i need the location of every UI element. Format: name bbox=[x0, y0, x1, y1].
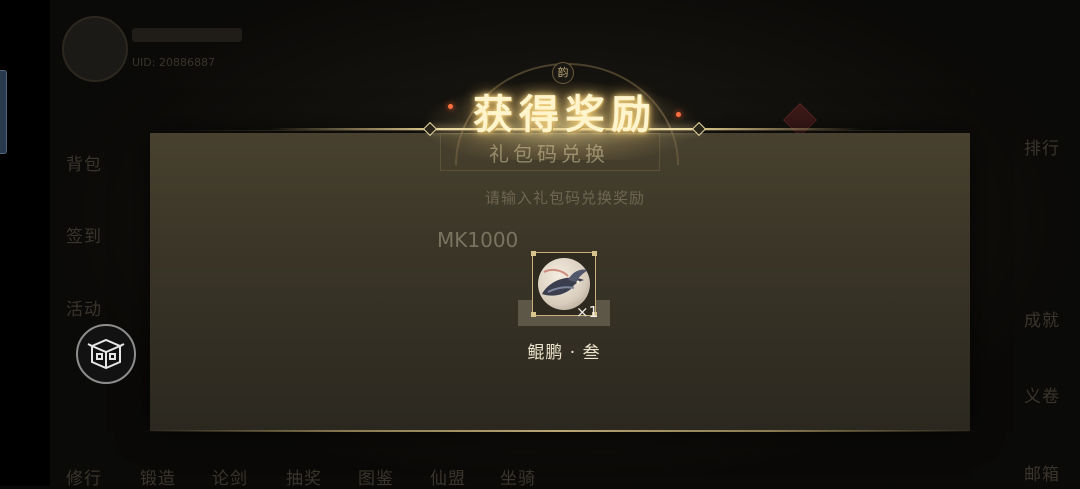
item-name: 鲲鹏 · 叁 bbox=[527, 343, 601, 363]
menu-item-codex: 图鉴 bbox=[358, 469, 394, 489]
player-id: UID: 20886887 bbox=[132, 56, 215, 69]
edge-handle[interactable] bbox=[0, 70, 7, 154]
item-quantity: ×1 bbox=[576, 303, 599, 321]
title-line-left bbox=[270, 128, 430, 130]
title-line-right bbox=[700, 128, 860, 130]
menu-item-rank: 排行 bbox=[1024, 139, 1060, 159]
menu-item-duel: 论剑 bbox=[212, 469, 248, 489]
menu-item-cultivate: 修行 bbox=[66, 469, 102, 489]
reward-title: 获得奖励 bbox=[473, 91, 657, 138]
menu-item-mail: 邮箱 bbox=[1024, 465, 1060, 485]
panel-bottom-divider bbox=[140, 430, 980, 432]
redeem-hint: 请输入礼包码兑换奖励 bbox=[484, 189, 645, 207]
gift-code-input[interactable]: MK1000 bbox=[437, 228, 518, 252]
menu-item-bag: 背包 bbox=[66, 155, 102, 175]
menu-item-signin: 签到 bbox=[66, 227, 102, 247]
menu-item-events: 活动 bbox=[66, 300, 102, 320]
menu-item-lottery: 抽奖 bbox=[286, 469, 322, 489]
player-name-bar bbox=[132, 28, 242, 42]
player-avatar bbox=[62, 16, 128, 82]
treasure-chest-icon bbox=[87, 338, 125, 370]
menu-item-scroll: 义卷 bbox=[1024, 387, 1060, 407]
menu-item-mount: 坐骑 bbox=[500, 469, 536, 489]
menu-item-forge: 锻造 bbox=[140, 469, 176, 489]
system-left-strip bbox=[0, 0, 50, 486]
menu-item-guild: 仙盟 bbox=[430, 469, 466, 489]
menu-item-achievement: 成就 bbox=[1024, 311, 1060, 331]
treasure-chest-button[interactable] bbox=[76, 324, 136, 384]
